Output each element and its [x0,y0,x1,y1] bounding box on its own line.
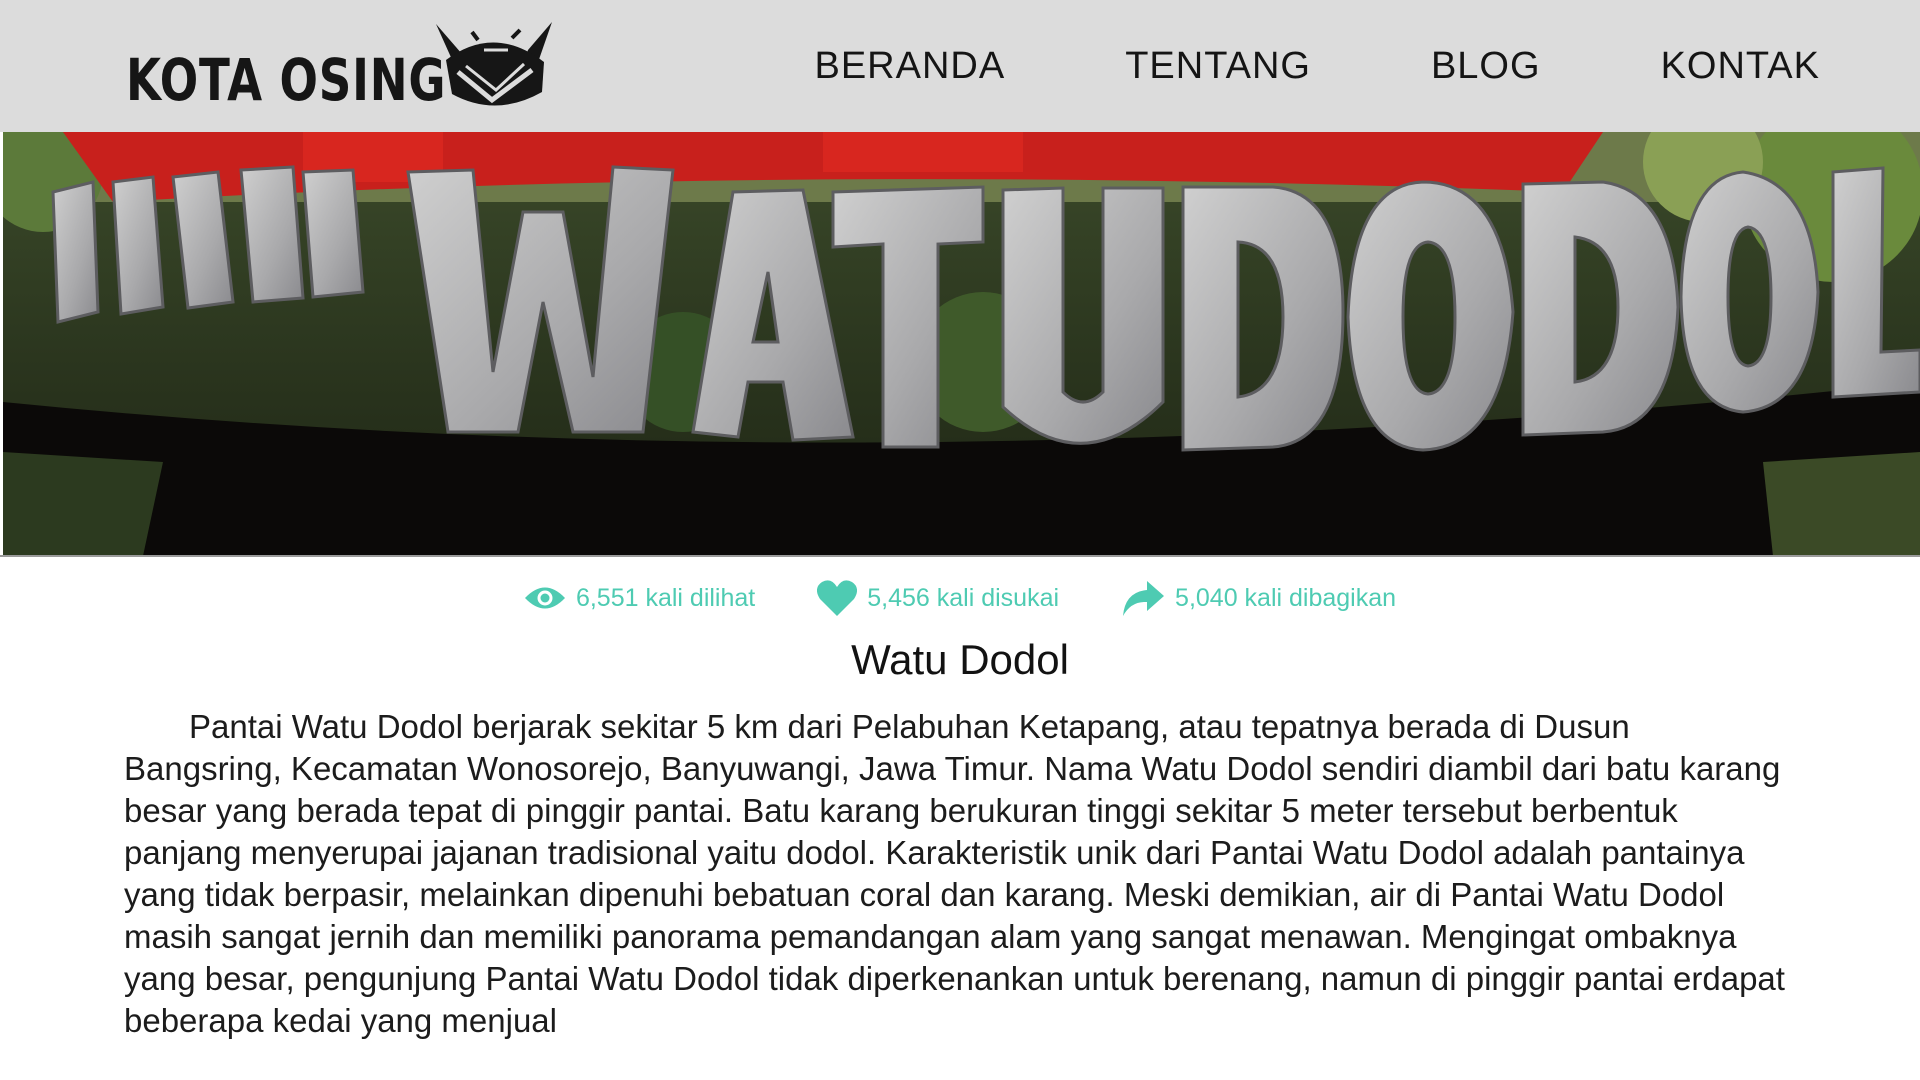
article-title: Watu Dodol [851,636,1069,683]
main-nav: BERANDA TENTANG BLOG KONTAK [814,0,1820,132]
grand-watudodol-sign-photo [3,132,1920,556]
nav-beranda[interactable]: BERANDA [814,45,1005,88]
osing-headdress-icon [436,22,552,106]
heart-icon [817,580,858,616]
site-logo[interactable]: KOTA OSING [126,18,552,118]
likes-stat[interactable]: 5,456 kali disukai [817,579,1059,617]
nav-tentang[interactable]: TENTANG [1125,45,1311,88]
nav-blog[interactable]: BLOG [1431,45,1541,88]
article-stats: 6,551 kali dilihat 5,456 kali disukai 5,… [0,574,1920,622]
logo-text: KOTA OSING [126,46,447,114]
share-arrow-icon [1123,581,1165,616]
banner-divider [0,555,1920,557]
shares-stat[interactable]: 5,040 kali dibagikan [1121,579,1396,617]
site-header: KOTA OSING BERANDA TENTANG BLOG KONTAK [0,0,1920,132]
views-stat: 6,551 kali dilihat [524,584,755,613]
hero-banner-image [3,132,1920,556]
nav-kontak[interactable]: KONTAK [1661,45,1820,88]
shares-count: 5,040 kali dibagikan [1175,583,1397,612]
likes-count: 5,456 kali disukai [867,583,1060,612]
views-count: 6,551 kali dilihat [575,583,756,612]
eye-icon [524,587,565,609]
article-body: Pantai Watu Dodol berjarak sekitar 5 km … [124,708,1785,1039]
